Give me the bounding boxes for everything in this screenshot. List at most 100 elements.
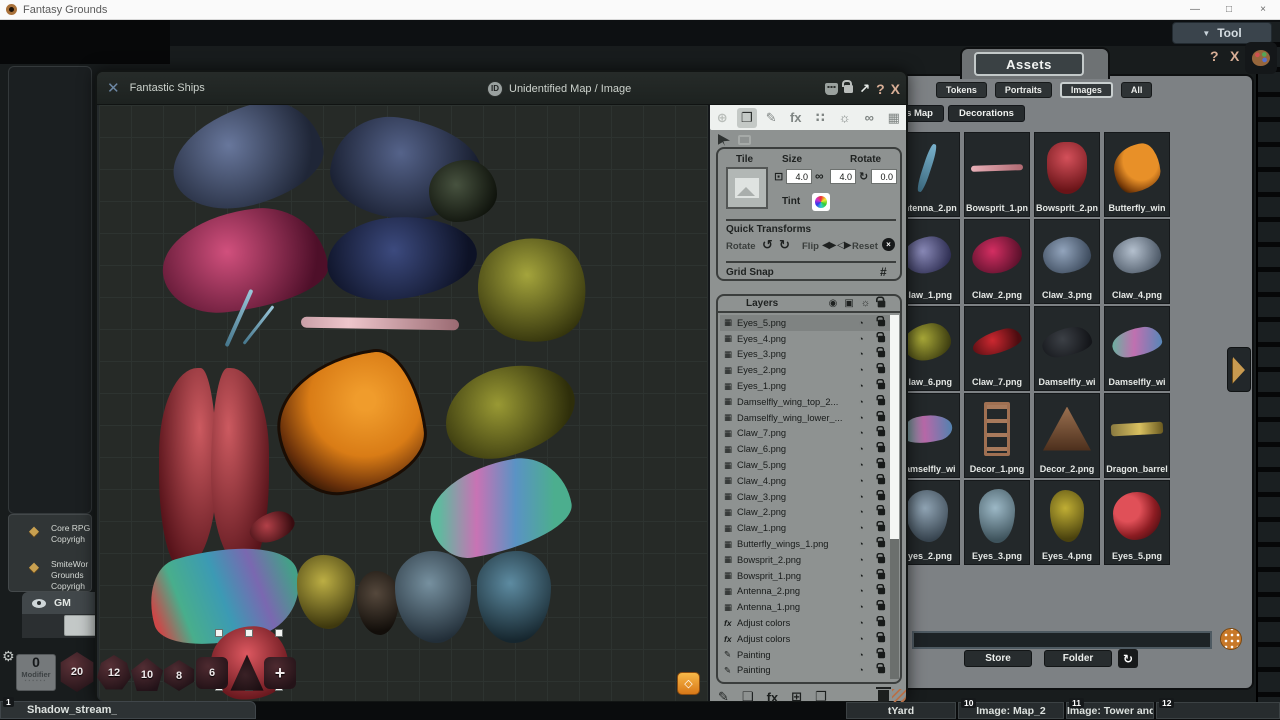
toolbar-icon[interactable]: ✎ [761,108,781,128]
layer-row[interactable]: ▦ Bowsprit_1.png ◔ [720,568,890,584]
size-y-input[interactable]: 4.0 [830,169,856,184]
asset-tile[interactable]: Bowsprit_1.pn [964,132,1030,217]
layers-scrollbar[interactable] [890,315,899,679]
layer-row[interactable]: ✎ Painting ◔ [720,663,890,679]
die[interactable]: + [264,657,296,689]
toolbar-icon[interactable]: ∞ [859,108,879,128]
tool-dropdown[interactable]: ▼ Tool [1172,22,1272,44]
filter-button[interactable]: Tokens [936,82,987,98]
layer-visibility-icon[interactable]: ◔ [850,349,872,359]
filter-button[interactable]: Portraits [995,82,1052,98]
filter-button[interactable]: All [1121,82,1153,98]
layer-lock-icon[interactable] [872,335,890,343]
layer-visibility-icon[interactable]: ◔ [850,634,872,644]
layer-visibility-icon[interactable]: ◔ [850,571,872,581]
size-x-input[interactable]: 4.0 [786,169,812,184]
window-resize-grip[interactable] [892,689,906,703]
layer-lock-icon[interactable] [872,414,890,422]
stamp-tool-icon[interactable] [738,135,751,145]
toolbar-icon[interactable]: ▦ [884,108,904,128]
scrollbar-thumb[interactable] [890,315,899,539]
close-window-button[interactable]: X [1230,48,1239,64]
tile-thumbnail[interactable] [726,167,768,209]
layer-row[interactable]: ▦ Damselfly_wing_lower_... ◔ [720,410,890,426]
layer-visibility-icon[interactable]: ◔ [850,413,872,423]
layer-lock-icon[interactable] [872,382,890,390]
layer-lock-icon[interactable] [872,556,890,564]
layer-row[interactable]: ✎ Painting ◔ [720,647,890,663]
layer-visibility-icon[interactable]: ◔ [850,318,872,328]
map-canvas[interactable]: ◇ [99,105,708,701]
right-hotbar-strip[interactable] [1256,22,1280,720]
toolbar-icon[interactable]: ❐ [737,108,757,128]
layer-lock-icon[interactable] [872,398,890,406]
layer-visibility-icon[interactable]: ◔ [850,523,872,533]
asset-tile[interactable]: Claw_4.png [1104,219,1170,304]
subfilter-decorations[interactable]: Decorations [948,105,1025,122]
layer-visibility-icon[interactable]: ◔ [850,444,872,454]
layer-visibility-icon[interactable]: ◔ [850,555,872,565]
layer-lock-icon[interactable] [872,587,890,595]
toolbar-icon[interactable]: ☼ [835,108,855,128]
help-button[interactable]: ? [1210,48,1219,64]
asset-tile[interactable]: Claw_3.png [1034,219,1100,304]
asset-tile[interactable]: Eyes_3.png [964,480,1030,565]
layer-lock-icon[interactable] [872,524,890,532]
delete-layer-icon[interactable] [878,690,889,702]
shortcut-tab[interactable]: 12 [1156,702,1280,719]
dice-grid-icon[interactable] [1220,628,1242,650]
asset-tile[interactable]: Butterfly_win [1104,132,1170,217]
layer-lock-icon[interactable] [872,493,890,501]
layer-visibility-icon[interactable]: ◔ [850,665,872,675]
maximize-button[interactable]: □ [1212,0,1246,19]
layer-row[interactable]: ▦ Butterfly_wings_1.png ◔ [720,536,890,552]
layer-visibility-icon[interactable]: ◔ [850,460,872,470]
layer-row[interactable]: ▦ Claw_3.png ◔ [720,489,890,505]
asset-tile[interactable]: Eyes_4.png [1034,480,1100,565]
layer-row[interactable]: ▦ Antenna_1.png ◔ [720,599,890,615]
layer-visibility-icon[interactable]: ◔ [850,602,872,612]
layer-row[interactable]: ▦ Claw_1.png ◔ [720,520,890,536]
layer-lock-icon[interactable] [872,619,890,627]
layer-row[interactable]: ▦ Claw_6.png ◔ [720,441,890,457]
die[interactable]: 6 [196,657,228,689]
layer-visibility-icon[interactable]: ◔ [850,507,872,517]
layer-row[interactable]: ▦ Claw_5.png ◔ [720,457,890,473]
layer-row[interactable]: fx Adjust colors ◔ [720,615,890,631]
layer-lock-icon[interactable] [872,508,890,516]
asset-tile[interactable]: Claw_2.png [964,219,1030,304]
layer-visibility-icon[interactable]: ◔ [850,586,872,596]
layer-lock-icon[interactable] [872,603,890,611]
frames-icon[interactable]: ▣ [844,298,853,309]
layer-row[interactable]: ▦ Eyes_2.png ◔ [720,362,890,378]
selection-handle[interactable] [215,629,223,637]
unlock-icon[interactable] [844,85,853,93]
layer-visibility-icon[interactable]: ◔ [850,428,872,438]
settings-gear-icon[interactable]: ⚙ [2,648,15,665]
asset-tile[interactable]: Eyes_5.png [1104,480,1170,565]
shortcut-tab[interactable]: 11 Image: Tower and [1066,702,1154,719]
asset-tile[interactable]: Bowsprit_2.pn [1034,132,1100,217]
asset-tile[interactable]: Decor_1.png [964,393,1030,478]
layer-row[interactable]: ▦ Eyes_5.png ◔ [720,315,890,331]
palette-button[interactable] [1245,42,1277,74]
rotate-input-icon[interactable]: ↻ [859,170,868,183]
layer-lock-icon[interactable] [872,350,890,358]
layer-visibility-icon[interactable]: ◔ [850,650,872,660]
folder-button[interactable]: Folder [1044,650,1112,667]
selection-handle[interactable] [275,629,283,637]
grid-snap-icon[interactable]: # [880,265,887,279]
asset-tile[interactable]: Dragon_barrel [1104,393,1170,478]
asset-tile[interactable]: Damselfly_wi [1104,306,1170,391]
layer-lock-icon[interactable] [872,461,890,469]
store-button[interactable]: Store [964,650,1032,667]
layer-lock-icon[interactable] [872,477,890,485]
close-button[interactable]: × [1246,0,1280,19]
layer-row[interactable]: ▦ Claw_7.png ◔ [720,426,890,442]
asset-search-input[interactable] [912,631,1212,649]
layer-lock-icon[interactable] [872,445,890,453]
layer-row[interactable]: ▦ Eyes_1.png ◔ [720,378,890,394]
help-icon[interactable]: ? [876,81,885,97]
sidebar-expand-button[interactable] [1227,347,1251,392]
selection-handle[interactable] [245,629,253,637]
